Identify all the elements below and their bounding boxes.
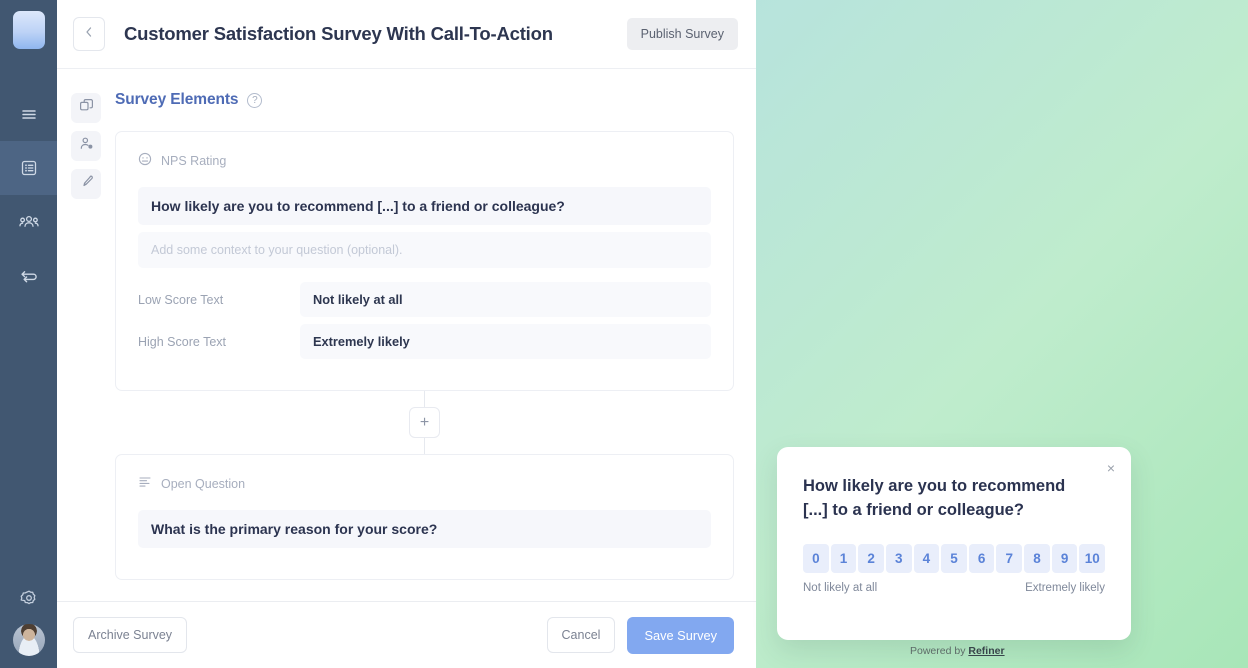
back-button[interactable]: [73, 17, 105, 51]
high-score-input[interactable]: Extremely likely: [300, 324, 711, 359]
connector-line-top: [424, 391, 425, 407]
low-score-row: Low Score Text Not likely at all: [138, 282, 711, 317]
element-connector: +: [115, 391, 734, 454]
element-type: Open Question: [138, 475, 711, 492]
section-header: Survey Elements ?: [115, 91, 734, 109]
nps-scale-button[interactable]: 9: [1051, 543, 1078, 573]
sidebar-item-surveys[interactable]: [0, 141, 57, 195]
tool-styling[interactable]: [71, 169, 101, 199]
user-avatar[interactable]: [12, 624, 45, 656]
people-group-icon: [18, 213, 39, 231]
tool-elements[interactable]: [71, 93, 101, 123]
high-score-row: High Score Text Extremely likely: [138, 324, 711, 359]
primary-sidebar: [0, 0, 57, 668]
nps-scale-button[interactable]: 4: [913, 543, 940, 573]
low-score-label: Low Score Text: [138, 292, 224, 307]
nps-scale-button[interactable]: 0: [803, 543, 829, 573]
sidebar-item-settings[interactable]: [20, 576, 38, 624]
smiley-face-icon: [138, 152, 152, 169]
sidebar-item-menu[interactable]: [0, 87, 57, 141]
align-left-list-icon: [138, 475, 152, 492]
nps-scale-button[interactable]: 3: [885, 543, 912, 573]
nps-scale-labels: Not likely at all Extremely likely: [803, 582, 1105, 594]
tool-rail: [57, 69, 115, 601]
survey-element-card: Open Question What is the primary reason…: [115, 454, 734, 580]
refiner-link[interactable]: Refiner: [968, 645, 1004, 657]
nps-scale-button[interactable]: 1: [830, 543, 857, 573]
screen-root: Customer Satisfaction Survey With Call-T…: [0, 0, 1248, 668]
person-settings-icon: [79, 136, 94, 156]
archive-survey-button[interactable]: Archive Survey: [73, 617, 188, 653]
element-type: NPS Rating: [138, 152, 711, 169]
chevron-left-icon: [84, 25, 94, 43]
save-survey-button[interactable]: Save Survey: [627, 616, 734, 654]
topbar: Customer Satisfaction Survey With Call-T…: [57, 0, 756, 69]
close-icon[interactable]: ×: [1107, 461, 1115, 475]
refiner-logo[interactable]: [12, 11, 45, 49]
hamburger-menu-icon: [20, 105, 38, 123]
survey-preview-widget: × How likely are you to recommend [...] …: [777, 447, 1131, 640]
question-input[interactable]: How likely are you to recommend [...] to…: [138, 187, 711, 225]
sidebar-item-contacts[interactable]: [0, 195, 57, 249]
content-area: Survey Elements ? NPS Rating How likely …: [57, 69, 756, 601]
survey-element-card: NPS Rating How likely are you to recomme…: [115, 131, 734, 391]
low-score-input[interactable]: Not likely at all: [300, 282, 711, 317]
publish-survey-button[interactable]: Publish Survey: [626, 18, 738, 50]
nps-high-label: Extremely likely: [1025, 581, 1105, 594]
nps-scale-button[interactable]: 10: [1079, 543, 1106, 573]
main-panel: Customer Satisfaction Survey With Call-T…: [57, 0, 756, 668]
nps-low-label: Not likely at all: [803, 581, 878, 594]
layers-copy-icon: [79, 98, 94, 118]
nps-scale-button[interactable]: 5: [941, 543, 967, 573]
connector-line-bottom: [424, 438, 425, 454]
powered-by-text: Powered by: [910, 645, 969, 657]
element-type-label: Open Question: [161, 476, 246, 491]
cancel-button[interactable]: Cancel: [546, 617, 616, 653]
sidebar-item-sync[interactable]: [0, 249, 57, 303]
sidebar-bottom: [0, 576, 57, 668]
high-score-label: High Score Text: [138, 334, 227, 349]
page-title: Customer Satisfaction Survey With Call-T…: [124, 23, 553, 44]
preview-question: How likely are you to recommend [...] to…: [803, 477, 1066, 519]
sidebar-nav: [0, 87, 57, 303]
survey-list-icon: [20, 159, 38, 177]
add-element-button[interactable]: +: [409, 407, 440, 438]
nps-scale-button[interactable]: 2: [858, 543, 884, 573]
app-window: Customer Satisfaction Survey With Call-T…: [0, 0, 756, 668]
powered-by: Powered by Refiner: [910, 645, 1005, 657]
help-icon[interactable]: ?: [247, 92, 263, 108]
nps-scale-button[interactable]: 6: [968, 543, 995, 573]
section-title: Survey Elements: [115, 91, 239, 108]
context-input[interactable]: Add some context to your question (optio…: [138, 232, 711, 268]
question-input[interactable]: What is the primary reason for your scor…: [138, 510, 711, 548]
sync-arrows-icon: [19, 267, 39, 285]
paintbrush-icon: [79, 174, 94, 194]
nps-scale: 0 1 2 3 4 5 6 7 8 9 10: [803, 543, 1106, 573]
action-bar: Archive Survey Cancel Save Survey: [57, 601, 756, 668]
gear-icon: [20, 589, 38, 612]
element-type-label: NPS Rating: [161, 153, 227, 168]
nps-scale-button[interactable]: 8: [1024, 543, 1050, 573]
survey-editor: Survey Elements ? NPS Rating How likely …: [115, 69, 756, 601]
nps-scale-button[interactable]: 7: [996, 543, 1023, 573]
tool-targeting[interactable]: [71, 131, 101, 161]
